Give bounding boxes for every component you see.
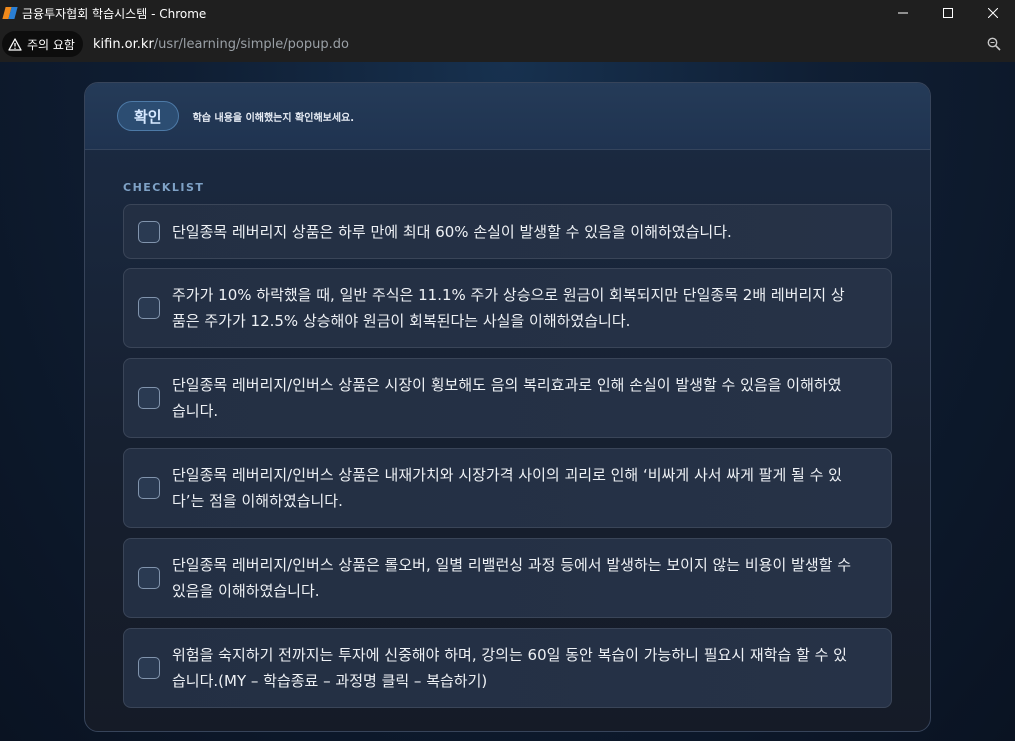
- checkbox[interactable]: [138, 477, 160, 499]
- checklist-item-text: 주가가 10% 하락했을 때, 일반 주식은 11.1% 주가 상승으로 원금이…: [172, 286, 845, 330]
- checklist-item[interactable]: 주가가 10% 하락했을 때, 일반 주식은 11.1% 주가 상승으로 원금이…: [123, 268, 892, 348]
- window-controls: [880, 0, 1015, 26]
- checklist-heading: CHECKLIST: [123, 181, 205, 194]
- app-logo-icon: [2, 5, 18, 21]
- checkbox[interactable]: [138, 387, 160, 409]
- security-warning-label: 주의 요함: [27, 37, 75, 52]
- checklist-item-text: 단일종목 레버리지/인버스 상품은 롤오버, 일별 리밸런싱 과정 등에서 발생…: [172, 556, 852, 600]
- page-viewport: 확인 학습 내용을 이해했는지 확인해보세요. CHECKLIST 단일종목 레…: [0, 62, 1015, 741]
- card-header: 확인 학습 내용을 이해했는지 확인해보세요.: [85, 83, 930, 150]
- checkbox[interactable]: [138, 297, 160, 319]
- browser-titlebar: 금융투자협회 학습시스템 - Chrome: [0, 0, 1015, 26]
- checkbox[interactable]: [138, 657, 160, 679]
- checklist-item[interactable]: 단일종목 레버리지/인버스 상품은 내재가치와 시장가격 사이의 괴리로 인해 …: [123, 448, 892, 528]
- checkbox[interactable]: [138, 220, 160, 243]
- minimize-icon: [897, 12, 908, 14]
- close-button[interactable]: [970, 0, 1015, 26]
- close-icon: [987, 8, 998, 18]
- address-bar: 주의 요함 kifin.or.kr/usr/learning/simple/po…: [0, 26, 1015, 62]
- url-field[interactable]: kifin.or.kr/usr/learning/simple/popup.do: [93, 37, 349, 52]
- zoom-icon[interactable]: [987, 37, 1001, 51]
- checklist-item-text: 단일종목 레버리지/인버스 상품은 내재가치와 시장가격 사이의 괴리로 인해 …: [172, 466, 842, 510]
- warning-triangle-icon: [8, 37, 22, 51]
- checklist-item-text: 위험을 숙지하기 전까지는 투자에 신중해야 하며, 강의는 60일 동안 복습…: [172, 646, 847, 690]
- url-path: /usr/learning/simple/popup.do: [153, 36, 349, 52]
- security-warning-chip[interactable]: 주의 요함: [2, 31, 83, 57]
- checklist-item[interactable]: 단일종목 레버리지/인버스 상품은 롤오버, 일별 리밸런싱 과정 등에서 발생…: [123, 538, 892, 618]
- checklist-item-text: 단일종목 레버리지/인버스 상품은 시장이 횡보해도 음의 복리효과로 인해 손…: [172, 376, 842, 420]
- header-instruction: 학습 내용을 이해했는지 확인해보세요.: [192, 112, 355, 124]
- maximize-icon: [942, 8, 953, 18]
- maximize-button[interactable]: [925, 0, 970, 26]
- minimize-button[interactable]: [880, 0, 925, 26]
- window-title: 금융투자협회 학습시스템 - Chrome: [22, 6, 207, 21]
- checklist-item[interactable]: 위험을 숙지하기 전까지는 투자에 신중해야 하며, 강의는 60일 동안 복습…: [123, 628, 892, 708]
- checklist-item-text: 단일종목 레버리지 상품은 하루 만에 최대 60% 손실이 발생할 수 있음을…: [172, 222, 732, 241]
- checklist-card: 확인 학습 내용을 이해했는지 확인해보세요. CHECKLIST 단일종목 레…: [84, 82, 931, 732]
- confirm-badge: 확인: [117, 101, 179, 131]
- checklist-item[interactable]: 단일종목 레버리지 상품은 하루 만에 최대 60% 손실이 발생할 수 있음을…: [123, 204, 892, 259]
- checkbox[interactable]: [138, 567, 160, 589]
- url-host: kifin.or.kr: [92, 36, 154, 52]
- checklist-item[interactable]: 단일종목 레버리지/인버스 상품은 시장이 횡보해도 음의 복리효과로 인해 손…: [123, 358, 892, 438]
